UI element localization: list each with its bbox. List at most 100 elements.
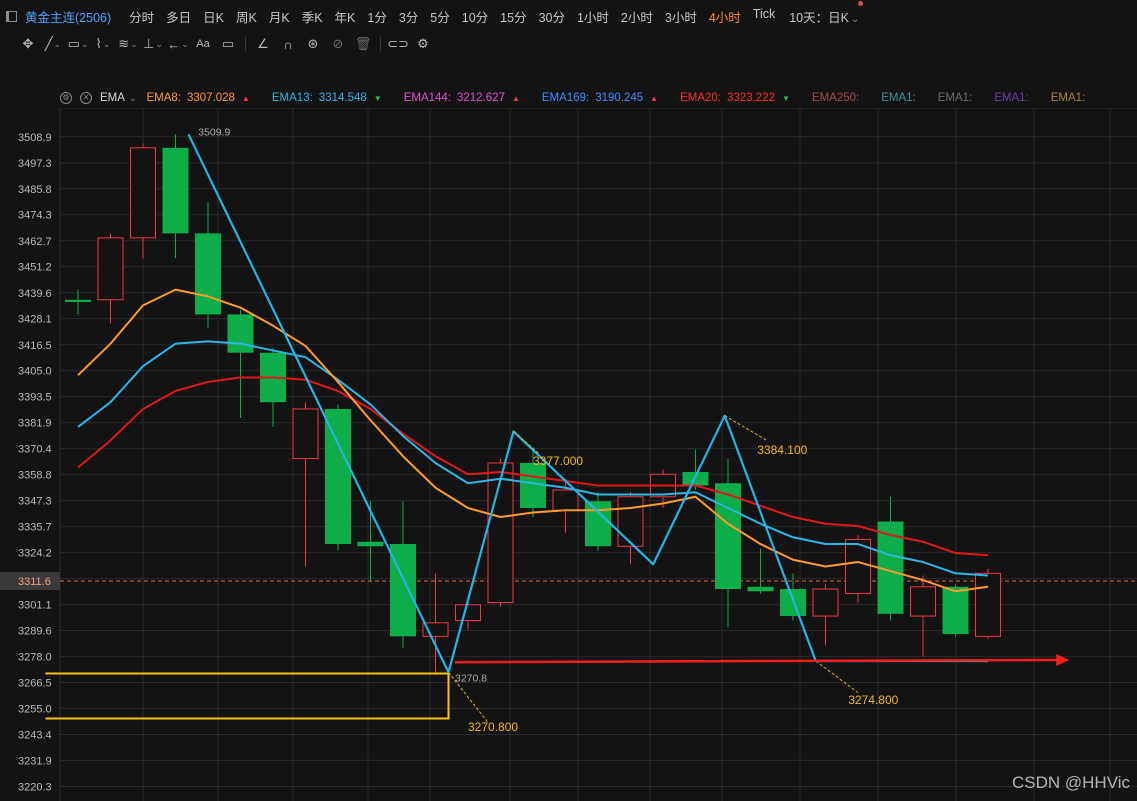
legend-item[interactable]: EMA250: [812,92,859,104]
legend-item[interactable]: EMA1: [1051,92,1086,104]
legend-item[interactable]: EMA8: 3307.028 ▲ [146,92,249,104]
crosshair-move-icon[interactable]: ✥ [18,35,38,53]
candlestick-chart[interactable]: 3508.9 3497.3 3485.8 3474.3 3462.7 3451.2 3439… [0,108,1137,801]
timeframe-14[interactable]: 2小时 [621,7,653,26]
timeframe-15[interactable]: 3小时 [665,7,697,26]
legend-item-name: EMA1: [1050,92,1086,104]
legend-item[interactable]: EMA13: 3314.548 ▼ [272,92,382,104]
annotation-guide-line [724,415,768,441]
trend-line-icon[interactable]: ╱ [43,35,63,53]
timeframe-2[interactable]: 日K [203,7,224,26]
sync-icon[interactable]: ⊛ [303,35,323,53]
triangle-up-icon: ▲ [650,93,659,103]
ruler-icon[interactable]: ∠ [253,35,273,53]
candle-body-up [617,496,644,547]
y-tick-label: 3381.9 [18,418,52,430]
channel-icon[interactable]: ≋ [118,35,138,53]
legend-settings-icon[interactable]: ⚙ [60,92,72,104]
path-icon[interactable]: ⌇ [93,35,113,53]
hide-drawings-icon[interactable]: ⊘ [328,35,348,53]
text-tool-icon[interactable]: Aa [193,35,213,53]
y-tick-label: 3289.6 [18,625,52,637]
timeframe-8[interactable]: 3分 [399,7,418,26]
legend-item[interactable]: EMA144: 3212.627 ▲ [404,92,520,104]
y-tick-label: 3451.2 [18,262,52,274]
candle-body-down [65,299,91,303]
comment-icon[interactable]: ▭ [218,35,238,53]
price-annotation: 3377.000 [533,454,583,468]
legend-item-value: 3323.222 [727,92,775,104]
triangle-down-icon: ▼ [373,93,382,103]
legend-item[interactable]: EMA169: 3190.245 ▲ [542,92,658,104]
price-annotation: 3274.800 [848,693,898,707]
timeframe-13[interactable]: 1小时 [577,7,609,26]
indicator-name[interactable]: EMA [100,92,125,104]
toolbar-divider [380,37,381,51]
candle-body-up [292,408,319,459]
legend-item-name: EMA144: [403,92,451,104]
y-tick-label: 3405.0 [18,366,52,378]
y-tick-label: 3485.8 [18,184,52,196]
candle-body-down [747,586,774,592]
measure-icon[interactable]: ⊥ [143,35,163,53]
arrow-tool-icon[interactable]: ← [167,35,188,53]
y-tick-label: 3324.2 [18,548,52,560]
trash-icon[interactable]: 🗑 [353,35,373,53]
y-tick-label: 3220.3 [18,781,52,793]
candle-body-up [455,604,481,622]
candle-body-down [357,541,384,547]
legend-item-name: EMA1: [937,92,973,104]
y-tick-label: 3370.4 [18,444,52,456]
candle-body-down [162,147,189,234]
window-layout-icon[interactable] [6,10,17,22]
timeframe-5[interactable]: 季K [302,7,323,26]
legend-item-value: 3190.245 [595,92,644,104]
timeframe-4[interactable]: 月K [269,7,290,26]
legend-item-value: 3314.548 [318,92,367,104]
candle-body-up [552,489,579,511]
candle-body-up [130,147,156,239]
annotation-guide-line [815,660,859,693]
timeframe-3[interactable]: 周K [236,7,257,26]
timeframe-0[interactable]: 分时 [129,7,154,26]
timeframe-list: 分时 多日 日K 周K 月K 季K 年K 1分 3分 5分 10分 15分 30分 1小时 2小时 3小时 4小… [123,7,781,26]
chevron-down-icon[interactable]: ⌄ [129,93,137,104]
drawing-toolbar: ✥ ╱ ▭ ⌇ ≋ ⊥ ← Aa ▭ ∠ ∩ ⊛ ⊘ 🗑 ⊂⊃ ⚙ [0,32,1137,56]
candle-body-down [325,408,351,545]
legend-item-name: EMA1: [994,92,1029,104]
timeframe-16[interactable]: 4小时 [709,7,741,26]
timeframe-6[interactable]: 年K [335,7,356,26]
legend-close-icon[interactable]: ✕ [80,92,92,104]
timeframe-9[interactable]: 5分 [430,7,449,26]
rectangle-icon[interactable]: ▭ [68,35,88,53]
candle-body-down [195,233,221,315]
y-tick-label: 3416.5 [18,340,52,352]
legend-item[interactable]: EMA1: [938,92,973,104]
legend-item[interactable]: EMA20: 3323.222 ▼ [680,92,790,104]
link-icon[interactable]: ⊂⊃ [387,35,409,53]
contract-title[interactable]: 黄金主连(2506) [25,7,111,26]
timeframe-11[interactable]: 15分 [500,7,526,26]
timeframe-17[interactable]: Tick [753,7,775,26]
y-tick-label: 3462.7 [18,236,52,248]
legend-item[interactable]: EMA1: [881,92,916,104]
y-tick-label: 3358.8 [18,470,52,482]
magnet-icon[interactable]: ∩ [278,35,298,53]
legend-items: EMA8: 3307.028 ▲ EMA13: 3314.548 ▼ EMA144: 3212… [146,92,1107,104]
range-selector[interactable]: 10天：日K ⌄ [789,0,864,26]
legend-item[interactable]: EMA1: [994,92,1029,104]
timeframe-10[interactable]: 10分 [462,7,488,26]
triangle-up-icon: ▲ [241,93,250,103]
timeframe-12[interactable]: 30分 [539,7,565,26]
candle-body-down [942,586,969,635]
triangle-down-icon: ▼ [781,93,790,103]
target-arrow-head [1056,653,1070,666]
candle-body-up [812,588,839,617]
timeframe-1[interactable]: 多日 [166,7,191,26]
y-tick-label: 3439.6 [18,288,52,300]
y-tick-label: 3335.7 [18,522,52,534]
candle-body-down [227,314,254,353]
settings-gear-icon[interactable]: ⚙ [413,35,433,53]
timeframe-7[interactable]: 1分 [367,7,386,26]
price-annotation: 3270.8 [455,672,487,684]
